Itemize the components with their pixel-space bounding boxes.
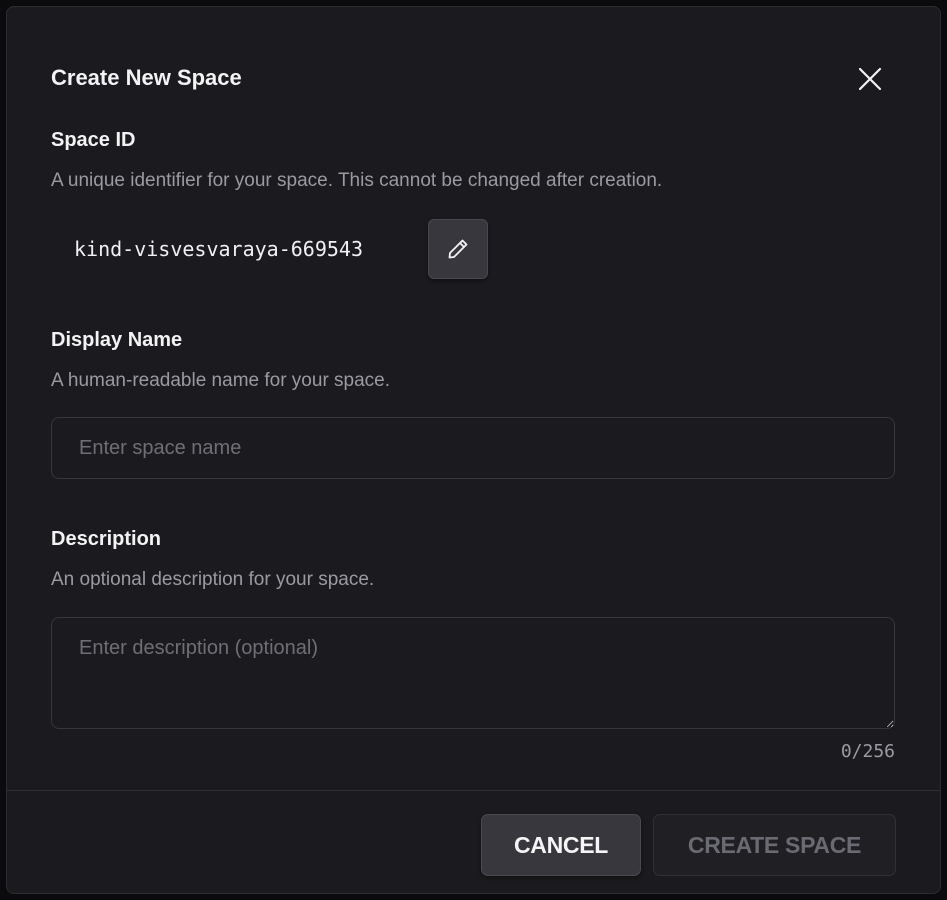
space-id-value: kind-visvesvaraya-669543 [74,237,363,261]
space-id-label: Space ID [51,129,136,151]
description-help: An optional description for your space. [51,569,375,590]
pencil-icon [448,239,468,259]
description-textarea[interactable] [51,617,895,729]
close-icon [858,67,882,91]
cancel-button[interactable]: CANCEL [481,814,641,876]
create-space-dialog: Create New Space Space ID A unique ident… [6,6,941,894]
description-char-counter: 0/256 [840,741,895,762]
display-name-help: A human-readable name for your space. [51,370,391,391]
close-button[interactable] [853,62,887,96]
footer-divider [7,790,940,791]
space-id-help: A unique identifier for your space. This… [51,170,663,191]
display-name-label: Display Name [51,329,183,351]
display-name-input[interactable] [51,417,895,479]
description-label: Description [51,528,162,550]
create-space-button[interactable]: CREATE SPACE [653,814,896,876]
edit-space-id-button[interactable] [428,219,488,279]
dialog-title: Create New Space [51,65,242,90]
